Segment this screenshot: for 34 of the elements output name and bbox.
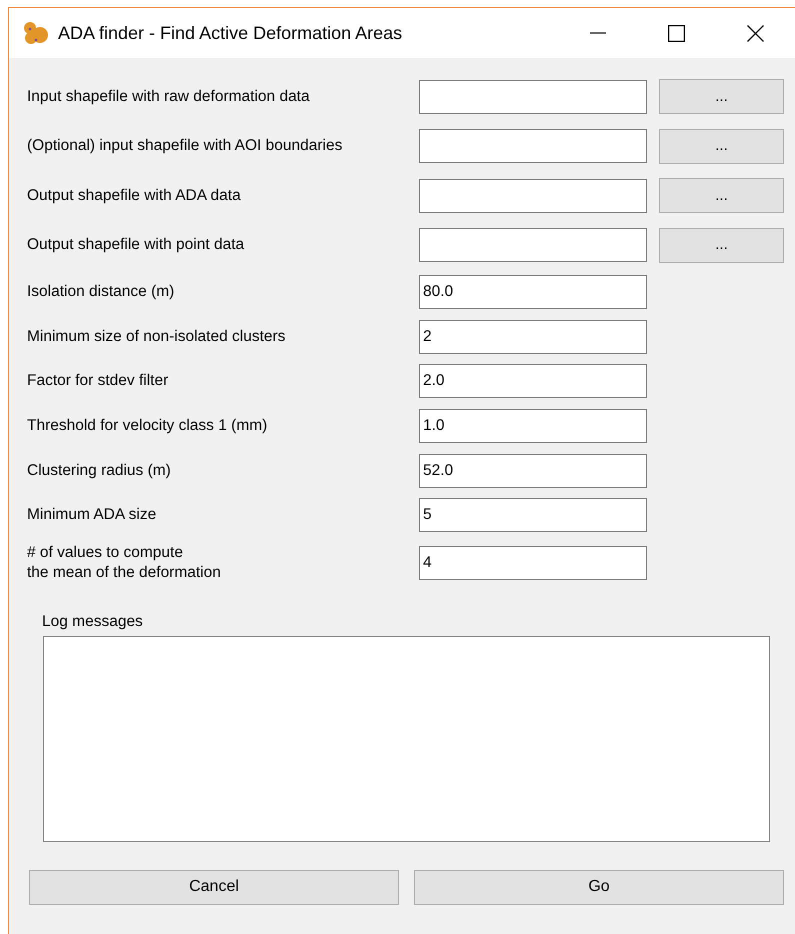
- input-field[interactable]: [419, 178, 647, 213]
- field-label: Minimum size of non-isolated clusters: [27, 326, 286, 347]
- browse-button[interactable]: ...: [659, 228, 784, 263]
- field-label: Isolation distance (m): [27, 282, 176, 302]
- close-icon: [747, 24, 764, 42]
- field-label: # of values to compute the mean of the deformation: [27, 542, 222, 584]
- input-field[interactable]: 5: [419, 498, 647, 532]
- field-label: (Optional) input shapefile with AOI boundaries: [27, 136, 344, 156]
- browse-button[interactable]: ...: [659, 178, 784, 214]
- field-label: Factor for stdev filter: [27, 371, 170, 392]
- input-field[interactable]: 2.0: [419, 364, 647, 398]
- minimize-icon: [588, 32, 606, 34]
- field-label: Output shapefile with ADA data: [27, 186, 242, 206]
- field-label: Threshold for velocity class 1 (mm): [27, 416, 268, 436]
- maximize-icon: [668, 24, 685, 42]
- input-field[interactable]: [419, 80, 647, 114]
- app-icon: [22, 20, 49, 46]
- field-label: Minimum ADA size: [27, 505, 158, 526]
- input-field[interactable]: 80.0: [419, 275, 647, 310]
- browse-button[interactable]: ...: [659, 128, 784, 164]
- cancel-button[interactable]: Cancel: [29, 870, 399, 905]
- window-title: ADA finder - Find Active Deformation Areas: [58, 22, 402, 44]
- go-button[interactable]: Go: [414, 870, 784, 905]
- input-field[interactable]: 4: [419, 546, 647, 580]
- browse-button[interactable]: ...: [659, 79, 784, 114]
- input-field[interactable]: 52.0: [419, 454, 647, 488]
- log-label: Log messages: [42, 612, 143, 630]
- input-field[interactable]: [419, 129, 647, 164]
- field-label: Clustering radius (m): [27, 460, 172, 481]
- input-field[interactable]: 1.0: [419, 409, 647, 444]
- field-label: Input shapefile with raw deformation data: [27, 86, 311, 107]
- field-label: Output shapefile with point data: [27, 235, 246, 256]
- input-field[interactable]: 2: [419, 320, 647, 354]
- input-field[interactable]: [419, 228, 647, 262]
